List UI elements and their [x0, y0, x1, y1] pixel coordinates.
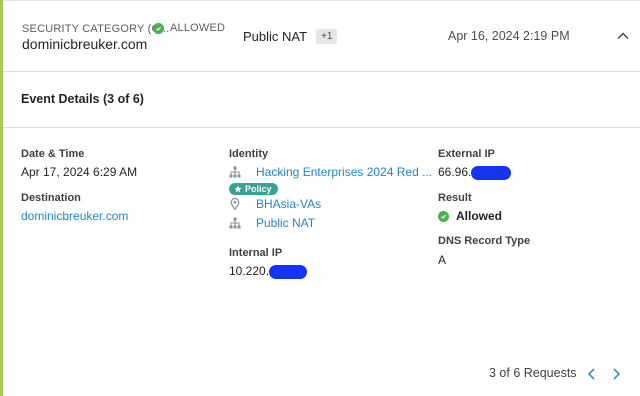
policy-badge-text: Policy	[245, 184, 272, 194]
check-circle-icon	[438, 210, 449, 222]
external-ip-value: 66.96.	[438, 165, 512, 180]
identity-item: Hacking Enterprises 2024 Red ...	[229, 165, 432, 179]
dns-record-type-value: A	[438, 253, 447, 267]
summary-identity-text: Public NAT	[243, 29, 308, 44]
destination-link[interactable]: dominicbreuker.com	[21, 209, 128, 223]
internal-ip-prefix: 10.220.	[229, 264, 270, 278]
star-icon	[234, 185, 242, 193]
summary-domain: dominicbreuker.com	[22, 36, 148, 52]
org-hierarchy-icon	[229, 217, 241, 229]
status-text: ALLOWED	[170, 22, 226, 34]
org-hierarchy-icon	[229, 166, 241, 178]
security-category-label: SECURITY CATEGORY (C...	[22, 23, 170, 35]
event-details-title: Event Details (3 of 6)	[21, 92, 144, 106]
result-label: Result	[438, 192, 472, 204]
identity-item: Public NAT	[229, 216, 315, 230]
chevron-left-icon[interactable]	[585, 366, 599, 382]
status-indicator: ALLOWED	[153, 22, 225, 34]
more-identities-badge[interactable]: +1	[316, 29, 338, 44]
summary-timestamp: Apr 16, 2024 2:19 PM	[448, 29, 570, 43]
event-details-header: Event Details (3 of 6)	[3, 71, 640, 128]
check-circle-icon	[153, 22, 164, 34]
identity-link-public-nat[interactable]: Public NAT	[256, 216, 315, 230]
internal-ip-value: 10.220.	[229, 264, 308, 279]
external-ip-label: External IP	[438, 148, 495, 160]
identity-label: Identity	[229, 148, 269, 160]
external-ip-prefix: 66.96.	[438, 165, 472, 179]
summary-identity: Public NAT +1	[243, 29, 338, 44]
identity-link-hacking-enterprises[interactable]: Hacking Enterprises 2024 Red ...	[256, 165, 432, 179]
result-text: Allowed	[456, 209, 503, 223]
chevron-right-icon[interactable]	[609, 366, 623, 382]
redaction-mark	[269, 264, 308, 279]
identity-item: BHAsia-VAs	[229, 197, 321, 211]
destination-label: Destination	[21, 192, 81, 204]
identity-link-bhasia-vas[interactable]: BHAsia-VAs	[256, 197, 321, 211]
result-value: Allowed	[438, 209, 502, 223]
date-time-label: Date & Time	[21, 148, 85, 160]
event-summary-header[interactable]: SECURITY CATEGORY (C... ALLOWED dominicb…	[3, 0, 640, 72]
policy-badge: Policy	[229, 183, 278, 195]
location-pin-icon	[229, 198, 241, 210]
chevron-up-icon[interactable]	[615, 28, 631, 44]
dns-record-type-label: DNS Record Type	[438, 235, 531, 247]
date-time-value: Apr 17, 2024 6:29 AM	[21, 165, 138, 179]
pagination-status: 3 of 6 Requests	[489, 366, 577, 380]
redaction-mark	[471, 165, 512, 180]
internal-ip-label: Internal IP	[229, 247, 283, 259]
